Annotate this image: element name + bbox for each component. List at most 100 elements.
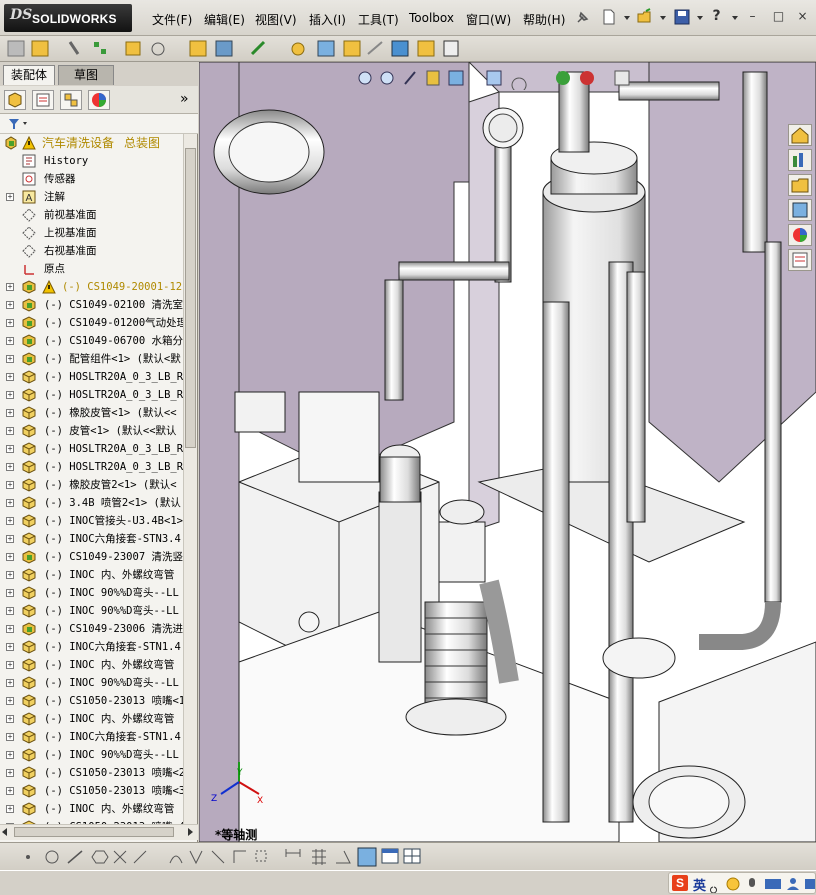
- menu-view[interactable]: 视图(V): [255, 11, 297, 28]
- expand-toggle-icon[interactable]: +: [6, 409, 14, 417]
- tree-item[interactable]: + (-) CS1049-20001-12: [0, 278, 183, 296]
- graphics-area[interactable]: *等轴测 X Y Z: [199, 62, 816, 842]
- zoom-to-area-icon[interactable]: [380, 71, 394, 85]
- edit-appearance-icon[interactable]: [614, 70, 630, 86]
- tree-item[interactable]: + (-) INOC 90%%D弯头--LL: [0, 674, 183, 692]
- display-style-icon[interactable]: [511, 77, 527, 90]
- tree-item[interactable]: + (-) INOC 内、外螺纹弯管: [0, 656, 183, 674]
- tree-item[interactable]: History: [0, 152, 183, 170]
- expand-toggle-icon[interactable]: +: [6, 445, 14, 453]
- menu-edit[interactable]: 编辑(E): [204, 11, 245, 28]
- scroll-left-icon[interactable]: [2, 828, 7, 836]
- explode-line-sketch-icon[interactable]: [367, 41, 383, 55]
- ime-voice-icon[interactable]: [749, 878, 755, 887]
- expand-toggle-icon[interactable]: +: [6, 751, 14, 759]
- expand-toggle-icon[interactable]: +: [6, 787, 14, 795]
- expand-toggle-icon[interactable]: +: [6, 499, 14, 507]
- configuration-manager-tab-icon[interactable]: [60, 90, 82, 110]
- ime-punctuation-icon[interactable]: [710, 886, 717, 893]
- new-motion-study-icon[interactable]: [291, 42, 305, 56]
- expand-toggle-icon[interactable]: +: [6, 805, 14, 813]
- appearances-icon[interactable]: [788, 224, 812, 246]
- menu-insert[interactable]: 插入(I): [309, 11, 346, 28]
- tree-root[interactable]: 汽车清洗设备 总装图: [0, 134, 183, 152]
- move-component-icon[interactable]: [151, 42, 165, 56]
- line-icon[interactable]: [67, 850, 83, 864]
- menu-file[interactable]: 文件(F): [152, 11, 192, 28]
- tree-item[interactable]: 右视基准面: [0, 242, 183, 260]
- interference-detection-icon[interactable]: [391, 40, 409, 57]
- expand-toggle-icon[interactable]: +: [6, 571, 14, 579]
- tree-item[interactable]: 原点: [0, 260, 183, 278]
- expand-toggle-icon[interactable]: +: [6, 337, 14, 345]
- grid-icon[interactable]: [312, 849, 326, 865]
- tree-item[interactable]: + (-) CS1049-01200气动处理: [0, 314, 183, 332]
- new-dropdown-icon[interactable]: [624, 16, 630, 20]
- tree-item[interactable]: + (-) INOC 90%%D弯头--LL: [0, 584, 183, 602]
- save-dropdown-icon[interactable]: [697, 16, 703, 20]
- tree-item[interactable]: + (-) INOC 内、外螺纹弯管: [0, 800, 183, 818]
- tree-item[interactable]: 前视基准面: [0, 206, 183, 224]
- custom-properties-icon[interactable]: [788, 249, 812, 271]
- help-icon[interactable]: ?: [710, 9, 723, 23]
- construction-geometry-icon[interactable]: [233, 850, 246, 863]
- new-document-icon[interactable]: [600, 8, 618, 26]
- expand-toggle-icon[interactable]: +: [6, 481, 14, 489]
- expand-toggle-icon[interactable]: +: [6, 589, 14, 597]
- open-dropdown-icon[interactable]: [660, 16, 666, 20]
- expand-toggle-icon[interactable]: +: [6, 733, 14, 741]
- ime-keyboard-icon[interactable]: [765, 879, 781, 889]
- tree-item[interactable]: + (-) CS1050-23013 喷嘴<2: [0, 764, 183, 782]
- minimize-button[interactable]: –: [746, 10, 759, 23]
- view-orientation-icon[interactable]: [486, 70, 502, 86]
- pin-icon[interactable]: [573, 9, 591, 27]
- menu-toolbox[interactable]: Toolbox: [409, 11, 454, 25]
- expand-toggle-icon[interactable]: +: [6, 283, 14, 291]
- tree-item[interactable]: + (-) INOC六角接套-STN3.4: [0, 530, 183, 548]
- expand-toggle-icon[interactable]: +: [6, 679, 14, 687]
- 3d-view-icon[interactable]: [357, 847, 377, 867]
- menu-window[interactable]: 窗口(W): [466, 11, 511, 28]
- previous-view-icon[interactable]: [404, 71, 416, 85]
- fillet-icon[interactable]: [211, 850, 225, 864]
- hide-show-items-icon[interactable]: [556, 71, 594, 85]
- tree-item[interactable]: + (-) 橡胶皮管2<1> (默认<: [0, 476, 183, 494]
- tree-item[interactable]: + (-) CS1049-02100 清洗室: [0, 296, 183, 314]
- filter-icon[interactable]: [8, 117, 30, 134]
- bill-of-materials-icon[interactable]: [317, 40, 335, 57]
- four-view-icon[interactable]: [403, 848, 421, 864]
- tree-item[interactable]: + (-) CS1049-06700 水箱分: [0, 332, 183, 350]
- smart-dimension-icon[interactable]: [285, 849, 301, 857]
- ime-tools-icon[interactable]: [805, 879, 815, 889]
- reference-geometry-icon[interactable]: [250, 40, 266, 56]
- open-folder-icon[interactable]: [636, 8, 654, 26]
- tree-item[interactable]: 上视基准面: [0, 224, 183, 242]
- scroll-right-icon[interactable]: [188, 828, 193, 836]
- scroll-thumb[interactable]: [185, 148, 196, 448]
- tree-item[interactable]: + (-) INOC六角接套-STN1.4: [0, 638, 183, 656]
- expand-toggle-icon[interactable]: +: [6, 553, 14, 561]
- single-view-icon[interactable]: [381, 848, 399, 864]
- mirror-icon[interactable]: [189, 850, 203, 865]
- expand-toggle-icon[interactable]: +: [6, 319, 14, 327]
- expand-toggle-icon[interactable]: +: [6, 193, 14, 201]
- expand-toggle-icon[interactable]: +: [6, 535, 14, 543]
- dynamic-annotation-view-icon[interactable]: [448, 70, 464, 86]
- file-explorer-icon[interactable]: [788, 174, 812, 196]
- polygon-icon[interactable]: [91, 850, 109, 864]
- tree-item[interactable]: + (-) INOC 90%%D弯头--LL: [0, 602, 183, 620]
- ime-user-icon[interactable]: [787, 878, 799, 890]
- display-manager-tab-icon[interactable]: [88, 90, 110, 110]
- tree-item[interactable]: + (-) 皮管<1> (默认<<默认: [0, 422, 183, 440]
- insert-component-icon[interactable]: [7, 40, 25, 57]
- clearance-verification-icon[interactable]: [417, 40, 435, 57]
- expand-toggle-icon[interactable]: +: [6, 643, 14, 651]
- ime-language-toggle[interactable]: 英: [693, 875, 706, 894]
- tree-item[interactable]: + (-) 3.4B 喷管2<1> (默认: [0, 494, 183, 512]
- expand-toggle-icon[interactable]: +: [6, 715, 14, 723]
- smart-fasteners-icon[interactable]: [125, 41, 141, 56]
- expand-toggle-icon[interactable]: +: [6, 373, 14, 381]
- exploded-view-icon[interactable]: [343, 40, 361, 57]
- component-pattern-icon[interactable]: [94, 42, 106, 54]
- trim-icon[interactable]: [113, 850, 127, 864]
